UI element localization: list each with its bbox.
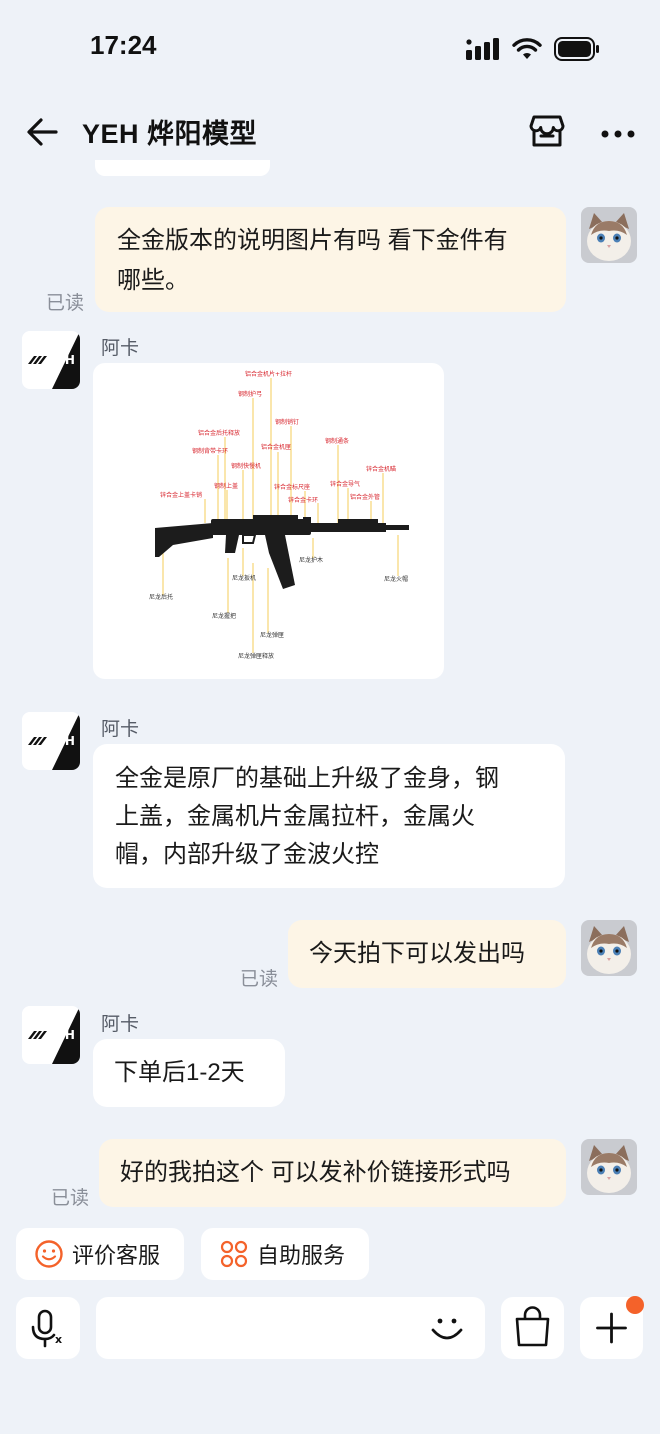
message-bubble-other[interactable]: 全金是原厂的基础上升级了金身，钢 上盖，金属机片金属拉杆，金属火 帽，内部升级了… xyxy=(93,744,565,888)
yeh-logo-icon: YEH xyxy=(22,331,80,389)
self-service-label: 自助服务 xyxy=(257,1243,346,1268)
store-button[interactable] xyxy=(528,112,566,150)
sender-name: 阿卡 xyxy=(101,719,140,740)
message-bubble-other[interactable]: 下单后1-2天 xyxy=(93,1039,285,1107)
signal-icon xyxy=(466,38,499,60)
diagram-label: 尼龙火帽 xyxy=(384,575,408,583)
diagram-label: 锌合金导气 xyxy=(330,480,360,488)
smile-icon xyxy=(35,1240,63,1268)
diagram-label: 尼龙握把 xyxy=(212,612,236,620)
message-text-line: 上盖，金属机片金属拉杆，金属火 xyxy=(115,803,475,830)
diagram-label: 锌合金标尺座 xyxy=(274,483,310,491)
message-text: 今天拍下可以发出吗 xyxy=(309,940,525,967)
voice-input-button[interactable]: x xyxy=(16,1297,80,1359)
diagram-label: 钢制快慢机 xyxy=(231,462,261,470)
svg-text:x: x xyxy=(55,1333,62,1346)
svg-text:YEH: YEH xyxy=(47,1028,75,1042)
shopping-bag-button[interactable] xyxy=(501,1297,564,1359)
read-status: 已读 xyxy=(240,969,279,990)
message-text-line: 全金版本的说明图片有吗 看下金件有 xyxy=(117,227,508,254)
diagram-label: 钢制护弓 xyxy=(238,390,262,398)
diagram-label: 锌合金卡环 xyxy=(288,496,318,504)
back-button[interactable] xyxy=(22,112,62,152)
status-icons xyxy=(466,36,600,62)
message-bubble-me[interactable]: 今天拍下可以发出吗 xyxy=(288,920,566,988)
cat-avatar-icon xyxy=(581,920,637,976)
diagram-label: 钢制上盖 xyxy=(214,482,238,490)
status-time: 17:24 xyxy=(90,30,157,60)
shop-avatar[interactable]: YEH xyxy=(22,331,80,389)
diagram-label: 锌合金上盖卡销 xyxy=(160,491,202,499)
rate-service-label: 评价客服 xyxy=(72,1243,161,1268)
message-text-line: 全金是原厂的基础上升级了金身，钢 xyxy=(115,765,499,792)
svg-text:YEH: YEH xyxy=(47,734,75,748)
svg-text:YEH: YEH xyxy=(47,353,75,367)
yeh-logo-icon: YEH xyxy=(22,712,80,770)
previous-message-bubble xyxy=(95,160,270,176)
shop-avatar[interactable]: YEH xyxy=(22,712,80,770)
cat-avatar-icon xyxy=(581,207,637,263)
message-bubble-me[interactable]: 全金版本的说明图片有吗 看下金件有 哪些。 xyxy=(95,207,566,312)
rifle-parts-diagram: 铝合金机片+拉杆 钢制护弓 钢制销钉 铝合金后托释放 钢制通条 钢制背带卡环 铝… xyxy=(149,370,409,660)
read-status: 已读 xyxy=(46,293,85,314)
shopping-bag-icon xyxy=(515,1306,550,1347)
more-button[interactable] xyxy=(600,126,636,138)
grid-flower-icon xyxy=(220,1240,248,1268)
emoji-icon[interactable] xyxy=(427,1308,467,1348)
diagram-label: 铝合金后托释放 xyxy=(198,429,240,437)
message-text-line: 帽，内部升级了金波火控 xyxy=(115,841,379,868)
diagram-label: 钢制背带卡环 xyxy=(192,447,228,455)
user-avatar[interactable] xyxy=(581,1139,637,1195)
diagram-label: 尼龙扳机 xyxy=(232,574,256,582)
diagram-label: 尼龙后托 xyxy=(149,593,173,601)
user-avatar[interactable] xyxy=(581,920,637,976)
store-icon xyxy=(529,115,565,147)
parts-diagram-image[interactable]: 铝合金机片+拉杆 钢制护弓 钢制销钉 铝合金后托释放 钢制通条 钢制背带卡环 铝… xyxy=(93,363,444,679)
shop-avatar[interactable]: YEH xyxy=(22,1006,80,1064)
sender-name: 阿卡 xyxy=(101,1014,140,1035)
diagram-label: 钢制通条 xyxy=(325,437,349,445)
diagram-label: 铝合金外管 xyxy=(350,493,380,501)
cat-avatar-icon xyxy=(581,1139,637,1195)
message-text: 好的我拍这个 可以发补价链接形式吗 xyxy=(120,1159,511,1186)
more-icon xyxy=(601,130,635,138)
self-service-button[interactable]: 自助服务 xyxy=(201,1228,369,1280)
diagram-label: 铝合金机匣 xyxy=(261,443,291,451)
rate-service-button[interactable]: 评价客服 xyxy=(16,1228,184,1280)
diagram-label: 钢制销钉 xyxy=(275,418,299,426)
message-input[interactable] xyxy=(96,1297,485,1359)
diagram-label: 尼龙护木 xyxy=(299,556,323,564)
diagram-label: 锌合金机瞄 xyxy=(366,465,396,473)
battery-icon xyxy=(554,37,599,61)
yeh-logo-icon: YEH xyxy=(22,1006,80,1064)
read-status: 已读 xyxy=(51,1188,90,1209)
diagram-label: 铝合金机片+拉杆 xyxy=(245,370,292,378)
chat-title: YEH 烨阳模型 xyxy=(82,119,258,149)
user-avatar[interactable] xyxy=(581,207,637,263)
message-text: 下单后1-2天 xyxy=(114,1059,245,1086)
wifi-icon xyxy=(512,38,542,59)
message-bubble-me[interactable]: 好的我拍这个 可以发补价链接形式吗 xyxy=(99,1139,566,1207)
sender-name: 阿卡 xyxy=(101,338,140,359)
back-arrow-icon xyxy=(27,118,58,146)
diagram-label: 尼龙弹匣释放 xyxy=(238,652,274,660)
notification-dot xyxy=(626,1296,644,1314)
microphone-icon: x xyxy=(31,1309,62,1348)
diagram-label: 尼龙弹匣 xyxy=(260,631,284,639)
message-text-line: 哪些。 xyxy=(117,267,189,294)
